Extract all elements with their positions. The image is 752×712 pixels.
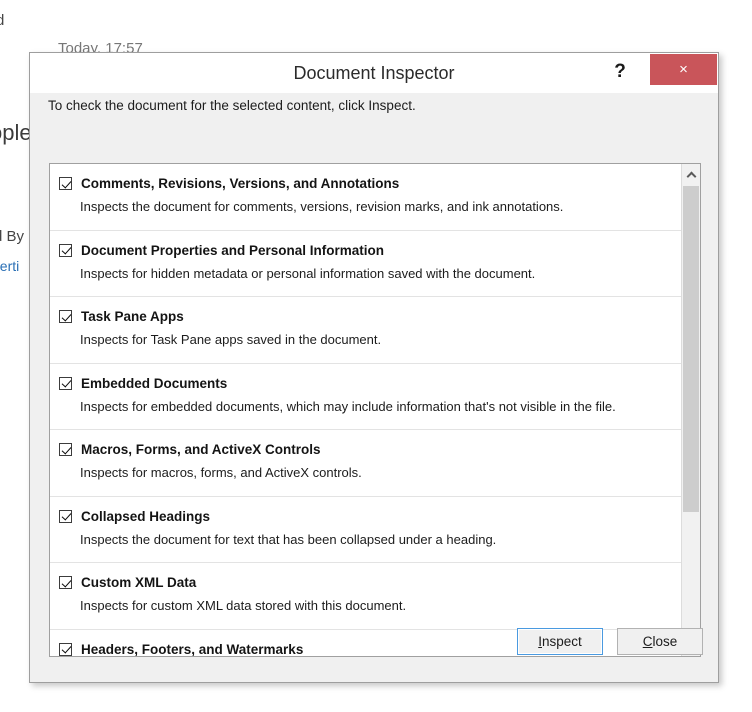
background-text-fragment-d: d xyxy=(0,12,5,29)
list-item-header: Macros, Forms, and ActiveX Controls xyxy=(59,442,321,457)
list-item[interactable]: Comments, Revisions, Versions, and Annot… xyxy=(50,164,681,231)
dialog-body: To check the document for the selected c… xyxy=(30,93,718,682)
checkbox-document-properties-personal-information[interactable] xyxy=(59,243,72,257)
list-item-header: Collapsed Headings xyxy=(59,509,210,524)
checkbox-task-pane-apps[interactable] xyxy=(59,310,72,323)
list-item-description: Inspects for embedded documents, which m… xyxy=(80,398,616,414)
document-inspector-dialog: Document Inspector ? × To check the docu… xyxy=(29,52,719,683)
checkbox-embedded-documents[interactable] xyxy=(59,376,72,390)
list-item[interactable]: Macros, Forms, and ActiveX Controls Insp… xyxy=(50,430,681,497)
inspect-accel: Inspect xyxy=(538,634,582,649)
background-properties-link[interactable]: perti xyxy=(0,258,19,274)
scroll-up-arrow-icon[interactable] xyxy=(682,164,700,183)
list-item-description: Inspects for hidden metadata or personal… xyxy=(80,265,536,281)
list-item-description: Inspects for macros, forms, and ActiveX … xyxy=(80,465,362,480)
close-accel: Close xyxy=(642,634,678,649)
list-item-header: Custom XML Data xyxy=(59,575,196,590)
list-item-title: Document Properties and Personal Informa… xyxy=(81,242,385,258)
list-scrollbar[interactable] xyxy=(681,164,700,656)
list-item-title: Custom XML Data xyxy=(81,575,197,590)
checkbox-custom-xml-data[interactable] xyxy=(59,576,72,589)
inspector-item-list: Comments, Revisions, Versions, and Annot… xyxy=(49,163,701,657)
list-item-title: Macros, Forms, and ActiveX Controls xyxy=(81,442,321,457)
list-item[interactable]: Document Properties and Personal Informa… xyxy=(50,231,681,297)
checkbox-collapsed-headings[interactable] xyxy=(59,509,72,523)
dialog-footer: Inspect Close xyxy=(30,617,718,682)
list-item-header: Document Properties and Personal Informa… xyxy=(59,243,384,258)
list-item-description: Inspects for Task Pane apps saved in the… xyxy=(80,332,382,347)
list-item-header: Comments, Revisions, Versions, and Annot… xyxy=(59,176,399,191)
checkbox-comments-revisions-versions-annotations[interactable] xyxy=(59,177,72,190)
list-item-title: Collapsed Headings xyxy=(81,508,211,524)
list-item[interactable]: Embedded Documents Inspects for embedded… xyxy=(50,364,681,430)
checkbox-macros-forms-activex-controls[interactable] xyxy=(59,443,72,456)
list-item-description: Inspects the document for comments, vers… xyxy=(80,199,564,214)
list-item-title: Embedded Documents xyxy=(81,375,228,391)
list-item-description: Inspects the document for text that has … xyxy=(80,531,497,547)
list-item-description: Inspects for custom XML data stored with… xyxy=(80,598,407,613)
close-button[interactable]: Close xyxy=(617,628,703,655)
dialog-title-bar: Document Inspector ? × xyxy=(30,53,718,94)
scrollbar-thumb[interactable] xyxy=(683,186,699,512)
list-item-title: Task Pane Apps xyxy=(81,309,184,324)
background-label-fragment: d By xyxy=(0,228,25,245)
inspector-list-scroll-area: Comments, Revisions, Versions, and Annot… xyxy=(50,164,681,656)
instruction-text: To check the document for the selected c… xyxy=(48,98,416,113)
background-heading-fragment: ople xyxy=(0,120,32,145)
close-icon[interactable]: × xyxy=(650,54,717,85)
list-item[interactable]: Collapsed Headings Inspects the document… xyxy=(50,497,681,563)
list-item-header: Embedded Documents xyxy=(59,376,227,391)
help-icon[interactable]: ? xyxy=(606,58,634,86)
inspect-button[interactable]: Inspect xyxy=(517,628,603,655)
list-item[interactable]: Task Pane Apps Inspects for Task Pane ap… xyxy=(50,297,681,364)
list-item-title: Comments, Revisions, Versions, and Annot… xyxy=(81,176,400,191)
list-item-header: Task Pane Apps xyxy=(59,309,184,324)
